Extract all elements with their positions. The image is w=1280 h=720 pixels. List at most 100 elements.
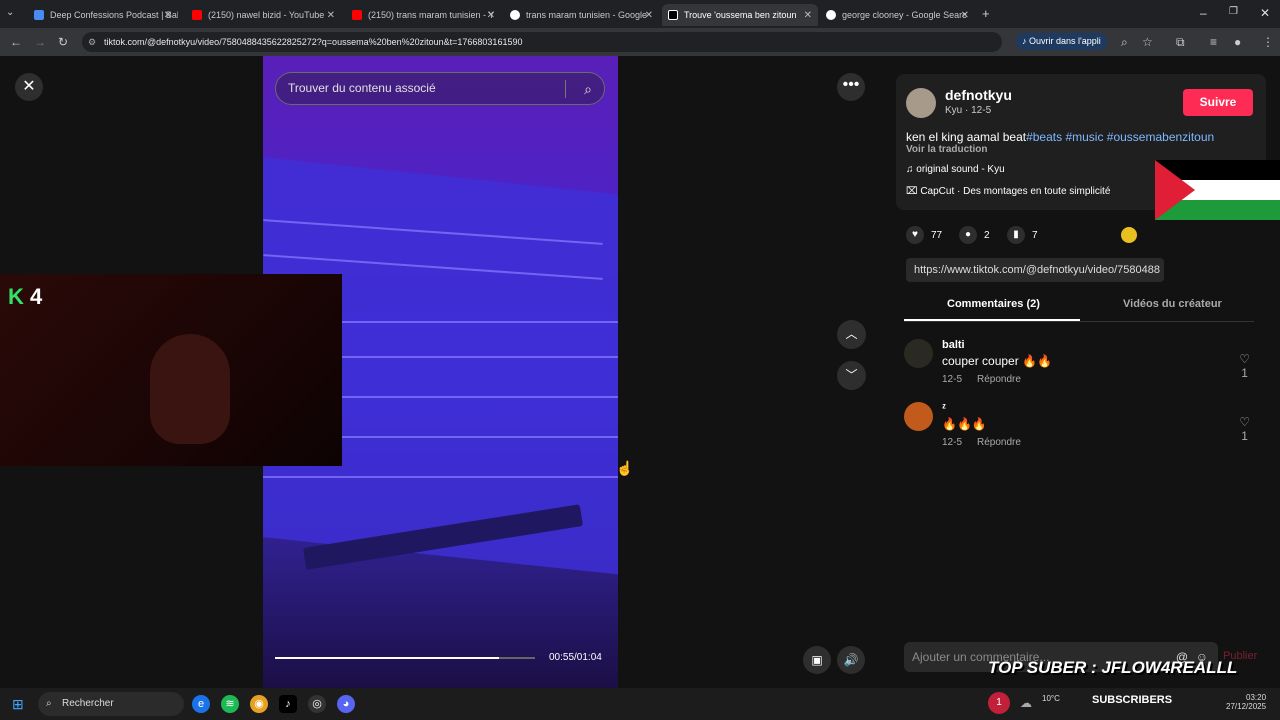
reply-button[interactable]: Répondre [977,437,1021,448]
more-options-button[interactable]: ••• [837,73,865,101]
browser-tab[interactable]: (2150) nawel bizid - YouTube ✕ [186,4,341,26]
save-stat[interactable]: ▮ 7 [1007,226,1038,244]
tiktok-icon[interactable]: ♪ [279,695,297,713]
comment-item: balti couper couper 🔥🔥 12-5 Répondre ♡ 1 [904,339,1254,395]
chevron-up-icon: ︿ [845,327,858,341]
extensions-icon[interactable]: ⧉ [1176,35,1185,50]
search-icon: ⌕ [46,698,52,709]
comment-author[interactable]: ᶻ [942,402,946,414]
tab-favicon-icon [34,10,44,20]
capcut-link[interactable]: ⌧ CapCut · Des montages en toute simplic… [906,186,1110,197]
browser-tab[interactable]: trans maram tunisien - Google ✕ [504,4,659,26]
comment-text: 🔥🔥🔥 [942,417,987,431]
tab-close-icon[interactable]: ✕ [164,10,172,21]
see-translation-link[interactable]: Voir la traduction [906,144,988,155]
profile-icon[interactable]: ● [1234,35,1241,49]
tab-comments[interactable]: Commentaires (2) [947,298,1040,310]
notification-badge[interactable]: 1 [988,692,1010,714]
next-video-button[interactable]: ﹀ [837,361,866,390]
tab-close-icon[interactable]: ✕ [645,10,653,21]
site-info-icon[interactable]: ⚙ [88,32,96,52]
close-icon: ✕ [22,78,36,95]
close-video-button[interactable]: ✕ [15,73,43,101]
address-bar-row: ← → ↻ ⚙ tiktok.com/@defnotkyu/video/7580… [0,28,1280,56]
tiktok-page: Trouver du contenu associé ⌕ ✕ ••• ︿ ﹀ 0… [0,56,1280,688]
reload-icon[interactable]: ↻ [58,35,68,49]
forward-icon[interactable]: → [34,35,46,49]
comment-author[interactable]: balti [942,339,965,351]
tab-creator-videos[interactable]: Vidéos du créateur [1123,298,1222,310]
comment-stat[interactable]: ● 2 [959,226,990,244]
reply-button[interactable]: Répondre [977,374,1021,385]
new-tab-icon[interactable]: + [982,6,990,21]
tab-close-icon[interactable]: ✕ [327,10,335,21]
avatar[interactable] [904,339,933,368]
follow-button[interactable]: Suivre [1183,89,1253,116]
comment-like-button[interactable]: ♡ 1 [1239,352,1250,380]
video-timecode: 00:55/01:04 [549,652,602,663]
avatar[interactable] [906,88,936,118]
zoom-icon[interactable]: ⌕ [1121,35,1128,50]
video-details-panel: defnotkyu Kyu · 12-5 Suivre ken el king … [880,56,1280,688]
tab-close-icon[interactable]: ✕ [961,10,969,21]
webcam-overlay: K 4 [0,274,342,466]
edge-icon[interactable]: e [192,695,210,713]
video-progress-bar[interactable] [275,657,535,659]
volume-button[interactable]: 🔊 [837,646,865,674]
music-note-icon: ♫ [906,164,917,175]
creator-subline: Kyu · 12-5 [945,105,992,116]
mouse-cursor-icon: ☝ [616,460,634,476]
discord-icon[interactable]: ◕ [337,695,355,713]
copy-link-field[interactable]: https://www.tiktok.com/@defnotkyu/video/… [906,258,1164,282]
heart-outline-icon: ♡ [1239,352,1250,366]
progress-fill [275,657,499,659]
heart-outline-icon: ♡ [1239,415,1250,429]
comment-text: couper couper 🔥🔥 [942,354,1052,368]
url-field[interactable]: ⚙ tiktok.com/@defnotkyu/video/7580488435… [82,32,1002,52]
windows-start-icon[interactable]: ⊞ [12,696,28,712]
like-stat[interactable]: ♥ 77 [906,226,942,244]
speaker-icon: 🔊 [843,653,859,667]
weather-widget[interactable]: 10°C [1042,694,1060,703]
tab-close-icon[interactable]: ✕ [804,10,812,21]
browser-tab[interactable]: george clooney - Google Searc ✕ [820,4,975,26]
comment-item: ᶻ 🔥🔥🔥 12-5 Répondre ♡ 1 [904,402,1254,458]
browser-tab-bar: ⌄ Deep Confessions Podcast | Bal ✕ (2150… [0,0,1280,28]
clock[interactable]: 03:20 27/12/2025 [1226,693,1266,711]
chevron-down-icon: ﹀ [845,368,858,382]
related-search-input[interactable]: Trouver du contenu associé ⌕ [275,72,605,105]
back-icon[interactable]: ← [10,35,22,49]
avatar[interactable] [904,402,933,431]
bookmark-icon: ▮ [1007,226,1025,244]
pip-button[interactable]: ▣ [803,646,831,674]
minimize-icon[interactable]: – [1200,6,1207,20]
hashtags[interactable]: #beats #music #oussemabenzitoun [1026,130,1214,144]
share-coin-icon[interactable] [1121,227,1137,243]
browser-tab[interactable]: Deep Confessions Podcast | Bal ✕ [28,4,178,26]
chrome-icon[interactable]: ◉ [250,695,268,713]
reading-list-icon[interactable]: ≡ [1210,35,1217,49]
browser-menu-icon[interactable]: ⋮ [1262,35,1274,49]
previous-video-button[interactable]: ︿ [837,320,866,349]
browser-tab-active[interactable]: Trouve 'oussema ben zitoun ✕ [662,4,818,26]
capcut-icon: ⌧ [906,186,921,197]
restore-icon[interactable]: ❐ [1229,6,1238,17]
bookmark-star-icon[interactable]: ☆ [1142,35,1153,49]
search-icon[interactable]: ⌕ [584,74,592,105]
comment-like-button[interactable]: ♡ 1 [1239,415,1250,443]
heart-icon: ♥ [906,226,924,244]
creator-username[interactable]: defnotkyu [945,87,1012,103]
window-close-icon[interactable]: ✕ [1260,6,1270,20]
taskbar-search[interactable]: ⌕ Rechercher [38,692,184,716]
obs-icon[interactable]: ◎ [308,695,326,713]
tab-close-icon[interactable]: ✕ [487,10,495,21]
spotify-icon[interactable]: ≋ [221,695,239,713]
browser-tab[interactable]: (2150) trans maram tunisien - Y ✕ [346,4,501,26]
open-in-app-button[interactable]: ♪ Ouvrir dans l'appli [1016,33,1107,50]
tiktok-icon: ♪ [1022,36,1030,46]
subscribers-label: SUBSCRIBERS [1092,694,1173,706]
sound-link[interactable]: ♫ original sound - Kyu [906,164,1005,175]
kick-badge: K 4 [8,284,43,309]
tab-search-icon[interactable]: ⌄ [6,7,14,18]
picture-in-picture-icon: ▣ [811,653,823,667]
